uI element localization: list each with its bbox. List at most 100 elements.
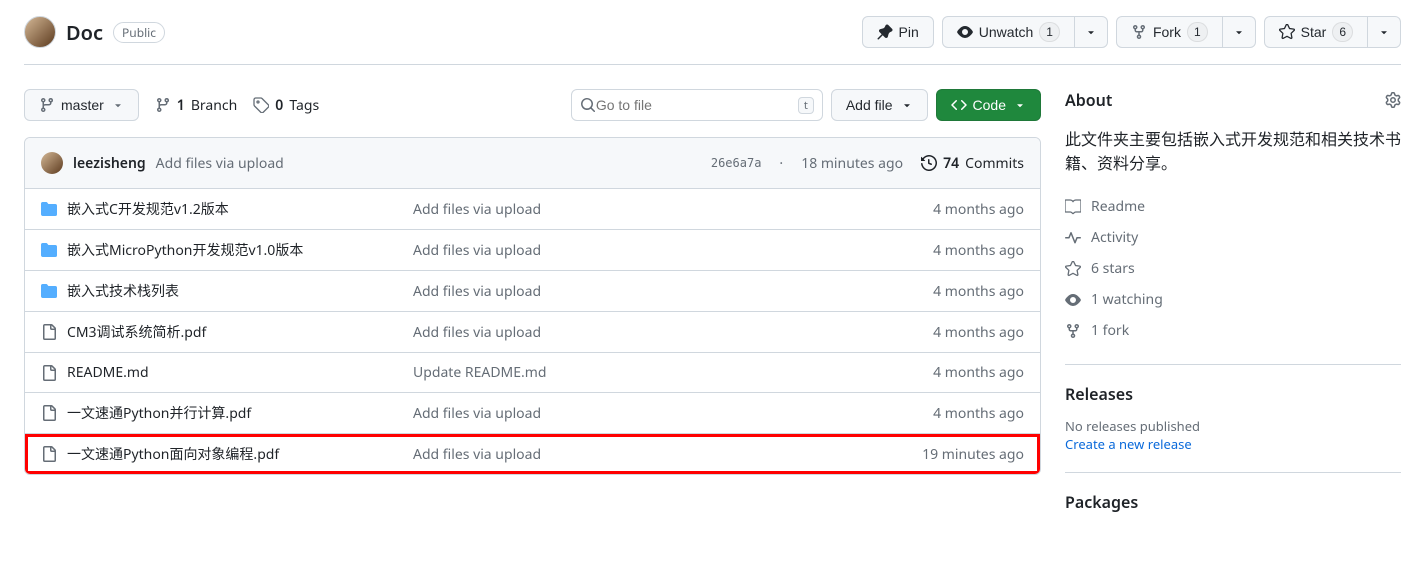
file-age: 4 months ago — [884, 200, 1024, 219]
file-name[interactable]: 嵌入式MicroPython开发规范v1.0版本 — [67, 240, 303, 260]
packages-heading[interactable]: Packages — [1065, 491, 1401, 513]
branches-link[interactable]: 1 Branch — [155, 96, 238, 115]
file-icon — [41, 365, 57, 381]
star-icon — [1279, 24, 1295, 40]
commit-ago: 18 minutes ago — [801, 154, 903, 173]
commits-link[interactable]: 74 Commits — [921, 154, 1024, 173]
forks-link[interactable]: 1 fork — [1065, 315, 1401, 346]
eye-icon — [957, 24, 973, 40]
unwatch-label: Unwatch — [979, 24, 1033, 40]
book-icon — [1065, 199, 1081, 215]
add-file-button[interactable]: Add file — [831, 89, 928, 121]
branch-icon — [39, 97, 55, 113]
avatar[interactable] — [41, 152, 63, 174]
file-row[interactable]: README.md Update README.md 4 months ago — [25, 353, 1040, 393]
code-button[interactable]: Code — [936, 89, 1041, 121]
visibility-badge: Public — [113, 22, 165, 43]
file-commit-msg[interactable]: Add files via upload — [413, 241, 872, 260]
fork-label: Fork — [1153, 24, 1181, 40]
search-kbd: t — [798, 97, 814, 114]
create-release-link[interactable]: Create a new release — [1065, 435, 1192, 453]
code-icon — [951, 97, 967, 113]
commit-sha[interactable]: 26e6a7a — [711, 156, 762, 170]
fork-button[interactable]: Fork 1 — [1116, 16, 1223, 48]
eye-icon — [1065, 292, 1081, 308]
file-commit-msg[interactable]: Add files via upload — [413, 323, 872, 342]
readme-link[interactable]: Readme — [1065, 191, 1401, 222]
file-age: 4 months ago — [884, 323, 1024, 342]
file-age: 19 minutes ago — [884, 445, 1024, 464]
unwatch-dropdown[interactable] — [1075, 16, 1108, 48]
file-row[interactable]: 嵌入式MicroPython开发规范v1.0版本 Add files via up… — [25, 230, 1040, 271]
branch-select-button[interactable]: master — [24, 89, 139, 121]
file-name[interactable]: CM3调试系统简析.pdf — [67, 322, 206, 342]
file-name[interactable]: 嵌入式技术栈列表 — [67, 281, 179, 301]
file-commit-msg[interactable]: Add files via upload — [413, 445, 872, 464]
folder-icon — [41, 283, 57, 299]
star-dropdown[interactable] — [1368, 16, 1401, 48]
file-icon — [41, 324, 57, 340]
fork-icon — [1065, 323, 1081, 339]
folder-icon — [41, 201, 57, 217]
file-row[interactable]: CM3调试系统简析.pdf Add files via upload 4 month… — [25, 312, 1040, 353]
file-commit-msg[interactable]: Add files via upload — [413, 200, 872, 219]
fork-icon — [1131, 24, 1147, 40]
folder-icon — [41, 242, 57, 258]
search-icon — [580, 97, 596, 113]
commit-author[interactable]: leezisheng — [73, 154, 146, 173]
unwatch-button[interactable]: Unwatch 1 — [942, 16, 1075, 48]
chevron-down-icon — [901, 99, 913, 111]
fork-count: 1 — [1187, 22, 1208, 42]
repo-name[interactable]: Doc — [66, 19, 103, 46]
latest-commit-row[interactable]: leezisheng Add files via upload 26e6a7a … — [25, 138, 1040, 189]
star-count: 6 — [1332, 22, 1353, 42]
stars-link[interactable]: 6 stars — [1065, 253, 1401, 284]
history-icon — [921, 155, 937, 171]
chevron-down-icon — [1085, 26, 1097, 38]
file-age: 4 months ago — [884, 404, 1024, 423]
branch-label: master — [61, 97, 104, 113]
pin-label: Pin — [899, 24, 919, 40]
watch-count: 1 — [1039, 22, 1060, 42]
chevron-down-icon — [1014, 99, 1026, 111]
file-icon — [41, 405, 57, 421]
tags-link[interactable]: 0 Tags — [253, 96, 319, 115]
tag-icon — [253, 97, 269, 113]
watching-link[interactable]: 1 watching — [1065, 284, 1401, 315]
file-age: 4 months ago — [884, 282, 1024, 301]
chevron-down-icon — [112, 99, 124, 111]
chevron-down-icon — [1378, 26, 1390, 38]
pin-icon — [877, 24, 893, 40]
file-name[interactable]: README.md — [67, 363, 149, 382]
file-row[interactable]: 嵌入式技术栈列表 Add files via upload 4 months ago — [25, 271, 1040, 312]
file-row[interactable]: 嵌入式C开发规范v1.2版本 Add files via upload 4 mont… — [25, 189, 1040, 230]
releases-heading[interactable]: Releases — [1065, 383, 1401, 405]
about-heading: About — [1065, 89, 1112, 111]
about-description: 此文件夹主要包括嵌入式开发规范和相关技术书籍、资料分享。 — [1065, 127, 1401, 175]
search-input[interactable] — [596, 97, 798, 113]
star-button[interactable]: Star 6 — [1264, 16, 1368, 48]
pin-button[interactable]: Pin — [862, 16, 934, 48]
pulse-icon — [1065, 230, 1081, 246]
activity-link[interactable]: Activity — [1065, 222, 1401, 253]
file-age: 4 months ago — [884, 241, 1024, 260]
star-icon — [1065, 261, 1081, 277]
file-commit-msg[interactable]: Add files via upload — [413, 282, 872, 301]
file-name[interactable]: 一文速通Python并行计算.pdf — [67, 403, 251, 423]
gear-icon[interactable] — [1385, 92, 1401, 108]
file-age: 4 months ago — [884, 363, 1024, 382]
file-commit-msg[interactable]: Update README.md — [413, 363, 872, 382]
chevron-down-icon — [1233, 26, 1245, 38]
branch-icon — [155, 97, 171, 113]
file-name[interactable]: 嵌入式C开发规范v1.2版本 — [67, 199, 229, 219]
commit-message[interactable]: Add files via upload — [156, 154, 284, 173]
fork-dropdown[interactable] — [1223, 16, 1256, 48]
file-commit-msg[interactable]: Add files via upload — [413, 404, 872, 423]
file-name[interactable]: 一文速通Python面向对象编程.pdf — [67, 444, 279, 464]
avatar[interactable] — [24, 16, 56, 48]
file-row[interactable]: 一文速通Python面向对象编程.pdf Add files via upload… — [25, 434, 1040, 474]
star-label: Star — [1301, 24, 1327, 40]
releases-empty: No releases published — [1065, 417, 1401, 435]
file-search[interactable]: t — [571, 89, 823, 121]
file-row[interactable]: 一文速通Python并行计算.pdf Add files via upload 4 … — [25, 393, 1040, 434]
